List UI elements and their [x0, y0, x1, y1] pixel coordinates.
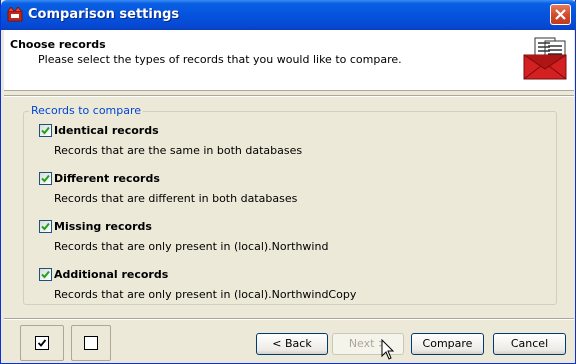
- different-records-label[interactable]: Different records: [54, 172, 160, 185]
- window-title: Comparison settings: [28, 7, 180, 22]
- app-icon: [7, 7, 23, 22]
- empty-box-icon: [84, 336, 98, 350]
- cancel-button[interactable]: Cancel: [493, 333, 566, 355]
- groupbox-legend: Records to compare: [29, 104, 144, 117]
- option-missing-records: Missing records Records that are only pr…: [39, 220, 539, 260]
- footer-separator: [4, 318, 574, 320]
- missing-records-description: Records that are only present in (local)…: [54, 240, 329, 253]
- checkmark-icon: [41, 126, 50, 135]
- envelope-document-icon: [523, 37, 567, 80]
- page-title: Choose records: [10, 38, 106, 51]
- page-subtitle: Please select the types of records that …: [38, 53, 402, 66]
- select-none-button[interactable]: [71, 325, 111, 361]
- additional-records-label[interactable]: Additional records: [54, 268, 168, 281]
- option-different-records: Different records Records that are diffe…: [39, 172, 539, 212]
- title-bar[interactable]: Comparison settings: [1, 0, 576, 30]
- identical-records-description: Records that are the same in both databa…: [54, 144, 303, 157]
- missing-records-checkbox[interactable]: [39, 220, 52, 233]
- checkmark-icon: [41, 174, 50, 183]
- checkmark-icon: [41, 270, 50, 279]
- additional-records-checkbox[interactable]: [39, 268, 52, 281]
- back-button[interactable]: < Back: [256, 333, 328, 355]
- compare-button[interactable]: Compare: [411, 333, 484, 355]
- identical-records-label[interactable]: Identical records: [54, 124, 159, 137]
- wizard-header: Choose records Please select the types o…: [4, 30, 574, 91]
- close-button[interactable]: [550, 4, 571, 25]
- comparison-settings-dialog: Comparison settings Choose records Pleas…: [0, 0, 576, 364]
- header-separator: [4, 95, 574, 97]
- option-additional-records: Additional records Records that are only…: [39, 268, 539, 308]
- different-records-checkbox[interactable]: [39, 172, 52, 185]
- additional-records-description: Records that are only present in (local)…: [54, 288, 357, 301]
- mouse-cursor-icon: [381, 339, 395, 360]
- option-identical-records: Identical records Records that are the s…: [39, 124, 539, 164]
- close-icon: [555, 9, 566, 20]
- missing-records-label[interactable]: Missing records: [54, 220, 152, 233]
- identical-records-checkbox[interactable]: [39, 124, 52, 137]
- checkmark-icon: [41, 222, 50, 231]
- different-records-description: Records that are different in both datab…: [54, 192, 298, 205]
- checked-box-icon: [35, 336, 49, 350]
- select-all-button[interactable]: [20, 325, 64, 361]
